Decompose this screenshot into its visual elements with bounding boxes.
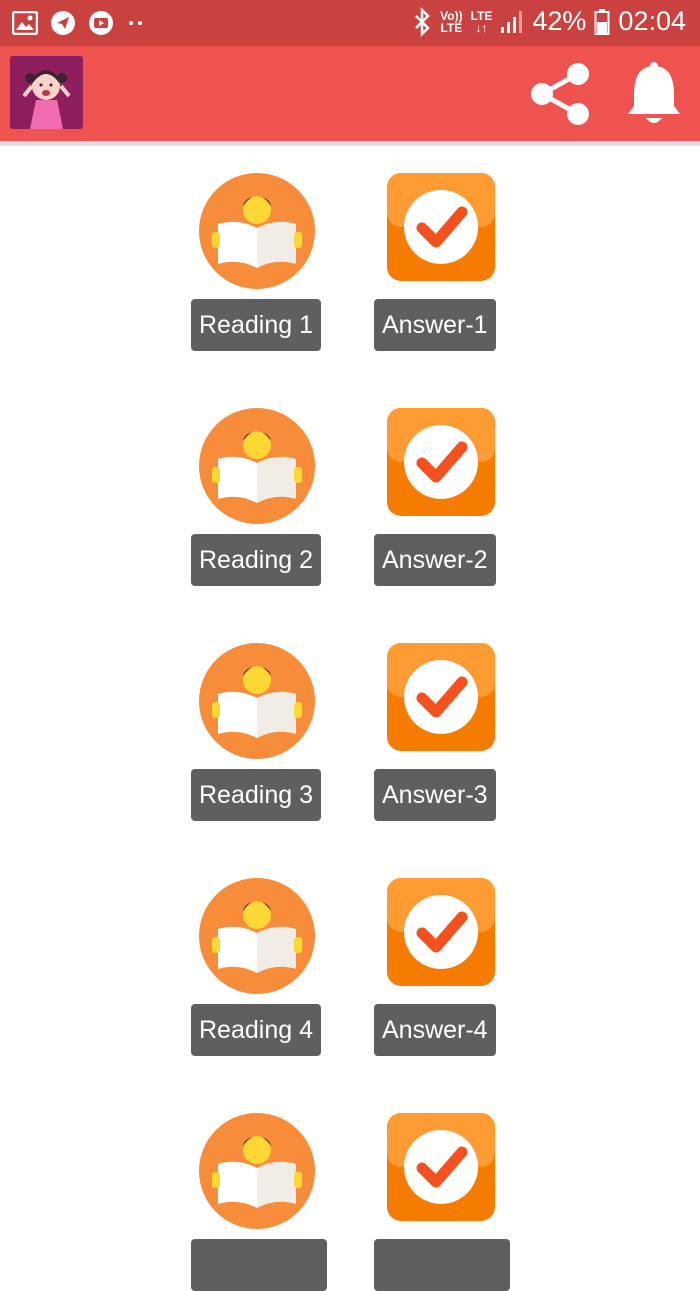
answer-label[interactable]: Answer-3 [374,769,496,821]
system-status: Vo)) LTE LTE ↓↑ 42% 02:04 [412,6,686,37]
reading-label[interactable] [191,1239,327,1291]
cartoon-girl-avatar-icon [10,56,83,129]
reading-2-tile[interactable]: Reading 2 [188,381,328,586]
share-icon [531,63,589,125]
answer-label[interactable] [374,1239,510,1291]
answer-check-icon [387,643,495,751]
answer-3-tile[interactable]: Answer-3 [371,616,511,821]
reading-label[interactable]: Reading 1 [191,299,321,351]
battery-percent: 42% [532,6,587,36]
reading-5-tile[interactable] [188,1086,328,1291]
grid-row [0,1086,700,1291]
reading-label[interactable]: Reading 3 [191,769,321,821]
share-button[interactable] [524,58,596,130]
grid-row: Reading 4 Answer-4 [0,851,700,1056]
bluetooth-icon [415,6,430,37]
app-bar [0,46,700,146]
battery-icon [594,8,610,35]
grid-row: Reading 1 Answer-1 [0,146,700,351]
answer-label[interactable]: Answer-4 [374,1004,496,1056]
reading-label[interactable]: Reading 2 [191,534,321,586]
reading-4-tile[interactable]: Reading 4 [188,851,328,1056]
answer-4-tile[interactable]: Answer-4 [371,851,511,1056]
lte-indicator: LTE ↓↑ [471,10,493,34]
grid-row: Reading 3 Answer-3 [0,616,700,821]
bell-icon [628,62,680,123]
volte-top-text: Vo)) [440,8,463,23]
clock: 02:04 [618,6,686,36]
reading-book-icon [199,408,315,524]
reading-book-icon [199,1113,315,1229]
reading-book-icon [199,173,315,289]
telegram-icon [51,11,75,35]
app-logo[interactable] [10,56,83,129]
lte-bottom-text: ↓↑ [475,20,488,35]
answer-check-icon [387,1113,495,1221]
notification-icons [12,10,146,36]
reading-1-tile[interactable]: Reading 1 [188,146,328,351]
youtube-icon [89,11,113,35]
gallery-icon [12,11,38,35]
reading-book-icon [199,643,315,759]
lte-top-text: LTE [470,8,493,23]
grid-row: Reading 2 Answer-2 [0,381,700,586]
reading-label[interactable]: Reading 4 [191,1004,321,1056]
answer-1-tile[interactable]: Answer-1 [371,146,511,351]
answer-label[interactable]: Answer-1 [374,299,496,351]
volte-bottom-text: LTE [440,20,463,35]
more-dots-icon [129,21,142,25]
notification-button[interactable] [620,58,688,130]
answer-check-icon [387,408,495,516]
reading-3-tile[interactable]: Reading 3 [188,616,328,821]
answer-5-tile[interactable] [371,1086,511,1291]
status-bar: Vo)) LTE LTE ↓↑ 42% 02:04 [0,0,700,46]
volte-indicator: Vo)) LTE [440,10,462,34]
signal-icon [501,10,523,33]
answer-check-icon [387,173,495,281]
answer-2-tile[interactable]: Answer-2 [371,381,511,586]
reading-book-icon [199,878,315,994]
answer-check-icon [387,878,495,986]
answer-label[interactable]: Answer-2 [374,534,496,586]
